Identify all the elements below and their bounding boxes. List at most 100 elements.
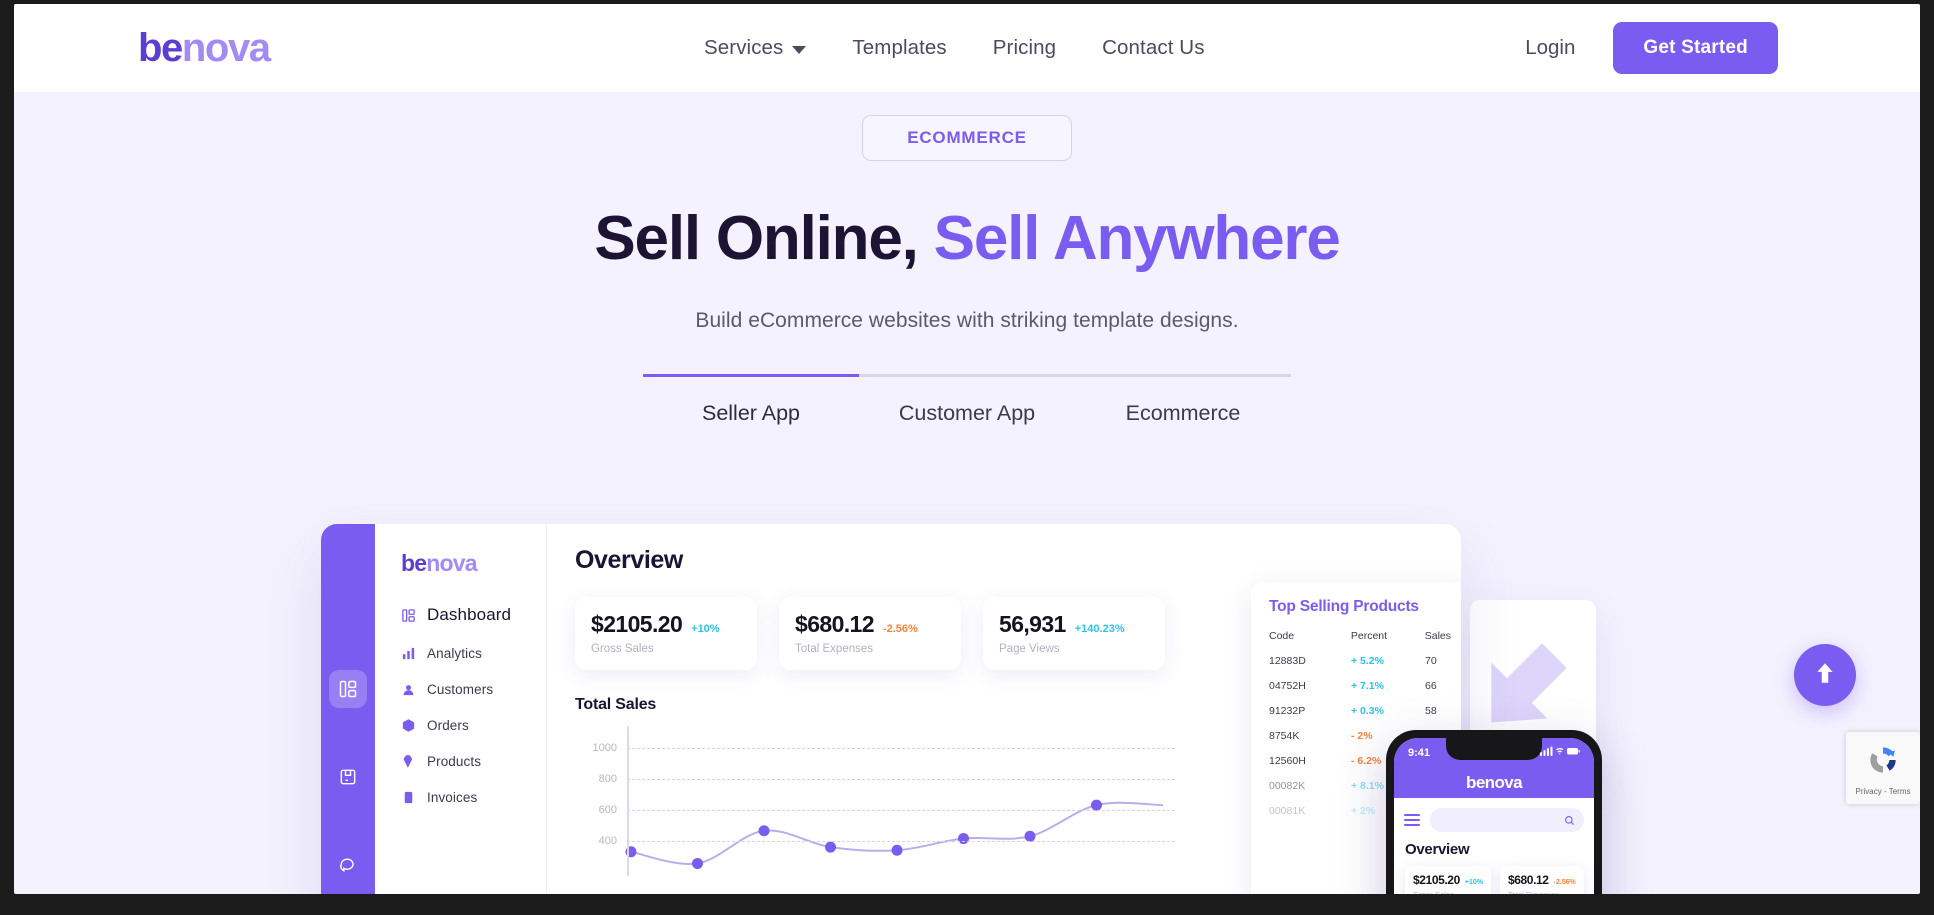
- sidebar-item-products[interactable]: Products: [401, 754, 546, 769]
- dashboard-mockup: benova Dashboard Analytics Customers Ord…: [321, 524, 1461, 894]
- page-title: Sell Online, Sell Anywhere: [14, 204, 1920, 273]
- sidebar-item-customers[interactable]: Customers: [401, 682, 546, 697]
- column-header: Sales: [1424, 630, 1451, 642]
- stat-value: $2105.20: [591, 611, 683, 637]
- document-icon: [401, 790, 416, 805]
- stat-card-page-views: 56,931 +140.23% Page Views: [983, 597, 1165, 670]
- arrow-up-icon: [1812, 660, 1838, 691]
- phone-stat-label: Gross Sales: [1413, 890, 1483, 894]
- phone-stat-row: $2105.20 +10% Gross Sales $680.12 -2.56%…: [1394, 858, 1594, 894]
- chart-data-point: [692, 857, 703, 869]
- stat-delta: +10%: [691, 623, 720, 635]
- stat-value: $680.12: [795, 611, 875, 637]
- cell-sales: 66: [1425, 680, 1437, 692]
- stat-delta: -2.56%: [882, 623, 918, 635]
- grid-icon[interactable]: [329, 670, 367, 708]
- tag-icon: [401, 754, 416, 769]
- phone-stat-gross-sales: $2105.20 +10% Gross Sales: [1405, 866, 1491, 894]
- bar-chart-icon: [401, 646, 416, 661]
- tab-seller-app[interactable]: Seller App: [643, 401, 859, 426]
- sidebar-item-label: Analytics: [427, 646, 482, 661]
- chevron-down-icon: [792, 45, 807, 54]
- hero-subheading: Build eCommerce websites with striking t…: [695, 309, 1239, 333]
- hero-section: ECOMMERCE Sell Online, Sell Anywhere Bui…: [14, 92, 1920, 333]
- y-tick-label: 1000: [592, 741, 617, 754]
- sidebar-item-invoices[interactable]: Invoices: [401, 790, 546, 805]
- tab-ecommerce[interactable]: Ecommerce: [1075, 401, 1291, 426]
- nav-item-templates[interactable]: Templates: [852, 36, 946, 60]
- cell-percent: + 0.3%: [1351, 705, 1384, 717]
- grid-icon: [401, 608, 416, 623]
- sidebar-item-label: Customers: [427, 682, 494, 697]
- users-icon: [401, 682, 416, 697]
- y-tick-label: 600: [598, 803, 617, 816]
- mockup-page-title: Overview: [575, 546, 683, 574]
- phone-stat-delta: -2.56%: [1553, 879, 1576, 886]
- phone-brand-bar: benova: [1394, 768, 1594, 798]
- nav-item-services[interactable]: Services: [704, 36, 807, 60]
- table-row: 12883D + 5.2% 70: [1269, 655, 1451, 667]
- search-icon: [1565, 815, 1575, 825]
- site-navbar: benova Services Templates Pricing Contac…: [14, 4, 1920, 92]
- phone-mockup: 9:41 benova Overview $2105.20 +10% $680.…: [1386, 730, 1602, 894]
- chart-data-point: [958, 833, 969, 845]
- cell-code: 04752H: [1269, 680, 1306, 692]
- phone-stat-value: $2105.20: [1413, 873, 1460, 887]
- tab-label-row: Seller App Customer App Ecommerce: [643, 401, 1291, 426]
- cell-code: 00082K: [1269, 780, 1306, 792]
- support-chat-icon[interactable]: [329, 846, 367, 884]
- showcase-tabs: Seller App Customer App Ecommerce: [643, 374, 1291, 426]
- gridline: [627, 809, 1175, 811]
- phone-logo-suffix: nova: [1484, 773, 1523, 792]
- archive-box-icon[interactable]: [329, 758, 367, 796]
- sidebar-item-analytics[interactable]: Analytics: [401, 646, 546, 661]
- mockup-logo-suffix: nova: [426, 550, 477, 576]
- cell-sales: 58: [1425, 705, 1437, 717]
- stat-card-gross-sales: $2105.20 +10% Gross Sales: [575, 597, 757, 670]
- phone-stat-label: Total Expenses: [1508, 890, 1576, 894]
- recaptcha-terms-label[interactable]: Privacy - Terms: [1856, 787, 1911, 796]
- nav-item-label: Contact Us: [1102, 36, 1205, 59]
- phone-logo-prefix: be: [1466, 773, 1485, 792]
- nav-item-contact-us[interactable]: Contact Us: [1102, 36, 1204, 60]
- hamburger-menu-icon[interactable]: [1404, 814, 1420, 826]
- phone-stat-value: $680.12: [1507, 873, 1549, 887]
- sidebar-item-orders[interactable]: Orders: [401, 718, 546, 733]
- chart-data-point: [758, 825, 770, 837]
- headline-part-one: Sell Online,: [594, 204, 918, 273]
- nav-item-pricing[interactable]: Pricing: [993, 36, 1056, 60]
- tab-customer-app[interactable]: Customer App: [859, 401, 1075, 426]
- scroll-to-top-button[interactable]: [1794, 644, 1856, 706]
- y-tick-label: 400: [598, 834, 617, 847]
- nav-item-label: Pricing: [992, 36, 1057, 59]
- box-icon: [401, 718, 416, 733]
- get-started-button[interactable]: Get Started: [1613, 22, 1778, 74]
- cell-sales: 70: [1425, 655, 1437, 667]
- cell-code: 00081K: [1269, 805, 1306, 817]
- table-header-row: Code Percent Sales: [1269, 630, 1451, 642]
- phone-stat-delta: +10%: [1464, 879, 1483, 886]
- login-link[interactable]: Login: [1525, 36, 1575, 60]
- headline-part-two: Sell Anywhere: [933, 204, 1341, 273]
- mockup-logo-prefix: be: [401, 550, 427, 576]
- phone-status-bar: 9:41: [1394, 738, 1594, 768]
- nav-links: Services Templates Pricing Contact Us: [704, 4, 1205, 92]
- site-logo[interactable]: benova: [138, 22, 271, 74]
- stat-delta: +140.23%: [1074, 623, 1125, 635]
- tab-active-indicator: [643, 374, 859, 377]
- ecommerce-badge[interactable]: ECOMMERCE: [862, 115, 1072, 161]
- stat-label: Page Views: [999, 643, 1060, 655]
- logo-prefix: be: [138, 26, 183, 70]
- y-tick-label: 800: [598, 772, 617, 785]
- mockup-sidebar: benova Dashboard Analytics Customers Ord…: [375, 524, 547, 894]
- recaptcha-badge[interactable]: Privacy - Terms: [1846, 732, 1920, 804]
- cell-code: 8754K: [1269, 730, 1300, 742]
- phone-notch: [1446, 738, 1542, 760]
- stat-label: Total Expenses: [795, 643, 873, 655]
- gridline: [627, 840, 1175, 842]
- sidebar-item-dashboard[interactable]: Dashboard: [401, 605, 546, 625]
- cell-percent: + 5.2%: [1351, 655, 1384, 667]
- gridline: [627, 778, 1175, 780]
- phone-search-input[interactable]: [1430, 808, 1584, 832]
- recaptcha-icon: [1864, 741, 1902, 784]
